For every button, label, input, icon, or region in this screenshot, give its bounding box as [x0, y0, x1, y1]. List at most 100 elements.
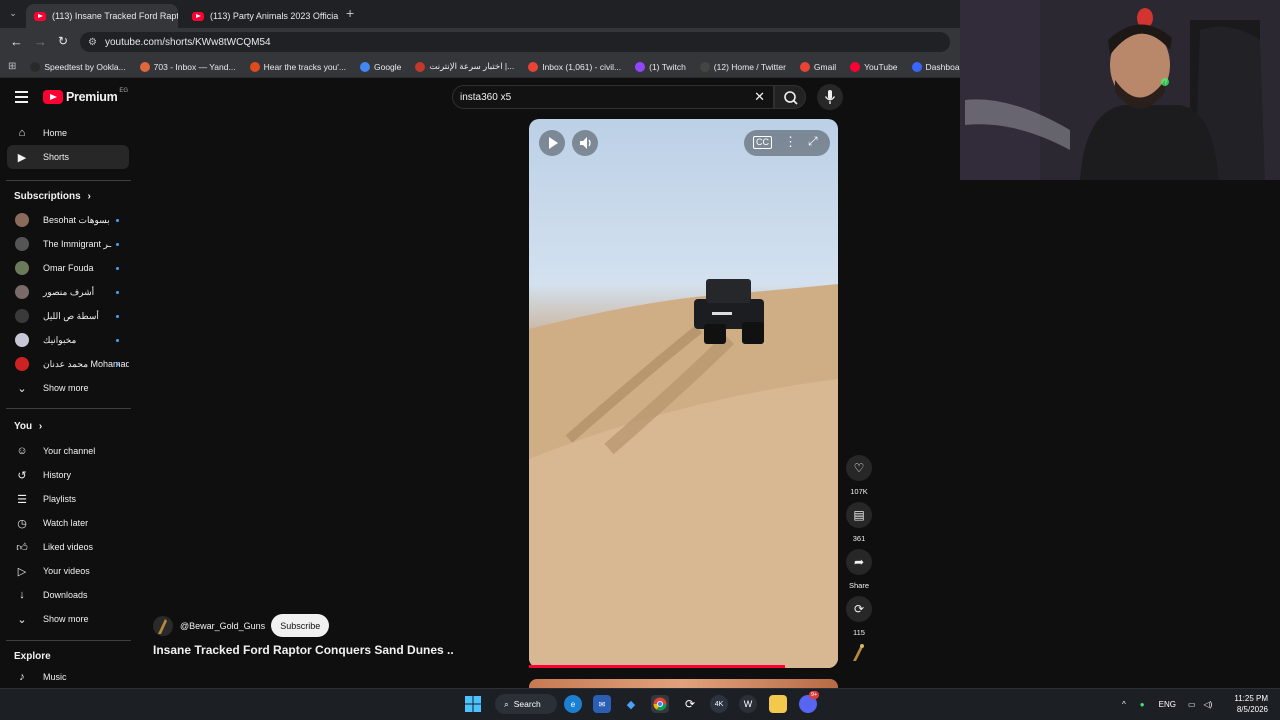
sidebar-item[interactable]: Omar Fouda	[7, 256, 129, 280]
short-video-player[interactable]	[529, 119, 838, 668]
fullscreen-icon[interactable]: ⤢	[808, 134, 818, 149]
recording-app-icon[interactable]: ⟳	[681, 695, 699, 713]
voice-search-button[interactable]	[817, 84, 843, 110]
channel-avatar	[15, 285, 29, 299]
new-content-dot	[116, 242, 119, 246]
close-tab-icon[interactable]: ✕	[338, 10, 340, 23]
sidebar-item[interactable]: ▷ Your videos	[7, 559, 129, 583]
forward-icon[interactable]: →	[34, 34, 47, 49]
sidebar-item[interactable]: ☰ Playlists	[7, 487, 129, 511]
apps-icon[interactable]: ⊞	[8, 61, 16, 72]
chrome-icon[interactable]	[651, 695, 669, 713]
short-title[interactable]: Insane Tracked Ford Raptor Conquers Sand…	[153, 643, 453, 657]
sidebar-item-label: Home	[43, 128, 68, 138]
4k-downloader-icon[interactable]: 4K	[710, 695, 728, 713]
sidebar-item[interactable]: أسطة ص الليل	[7, 304, 129, 328]
bookmark-label: Speedtest by Ookla...	[44, 61, 126, 72]
notification-badge: 9+	[809, 691, 820, 699]
subscribe-button[interactable]: Subscribe	[271, 614, 330, 637]
bookmark-item[interactable]: اختبار سرعة الإنترنت |...	[415, 61, 514, 72]
sidebar-item[interactable]: Besohat بسوهات	[7, 208, 129, 232]
like-icon: 👍︎	[16, 541, 28, 554]
more-options-icon[interactable]: ⋮	[784, 134, 797, 150]
channel-icon: ☺	[16, 445, 28, 457]
subscriptions-heading[interactable]: Subscriptions ›	[14, 191, 91, 202]
volume-button[interactable]	[572, 130, 598, 156]
site-info-icon[interactable]: ⚙	[88, 37, 97, 48]
sidebar-item[interactable]: ⌄ Show more	[7, 376, 129, 400]
discord-icon[interactable]: 9+	[799, 691, 820, 713]
clear-search-icon[interactable]: ✕	[754, 89, 765, 105]
bookmark-item[interactable]: Speedtest by Ookla...	[30, 61, 126, 72]
bookmark-item[interactable]: YouTube	[850, 61, 898, 72]
clock[interactable]: 11:25 PM 8/5/2026	[1226, 693, 1268, 715]
remix-action[interactable]: ⟳ 115	[846, 596, 872, 637]
play-button[interactable]	[539, 130, 565, 156]
sidebar-item[interactable]: ↓ Downloads	[7, 583, 129, 607]
sidebar-item[interactable]: ♪ Music	[7, 665, 129, 689]
bookmark-item[interactable]: Hear the tracks you'...	[249, 61, 346, 72]
sound-avatar-icon[interactable]	[849, 641, 867, 663]
channel-avatar[interactable]	[153, 615, 173, 636]
browser-tab[interactable]: (113) Party Animals 2023 Officia ✕	[184, 4, 340, 28]
back-icon[interactable]: ←	[10, 34, 23, 49]
sidebar-item[interactable]: مخبوانيك	[7, 328, 129, 352]
search-button[interactable]	[774, 85, 806, 109]
volume-tray-icon[interactable]: ◁)	[1204, 700, 1213, 709]
browser-tab-active[interactable]: (113) Insane Tracked Ford Raptor ✕	[26, 4, 178, 28]
bookmark-item[interactable]: (12) Home / Twitter	[699, 61, 786, 72]
sidebar-item[interactable]: ◷ Watch later	[7, 511, 129, 535]
tab-search-icon[interactable]: ⌄	[6, 6, 20, 20]
bookmark-label: اختبار سرعة الإنترنت |...	[429, 61, 515, 71]
sidebar-item[interactable]: ⌂ Home	[7, 121, 129, 145]
taskbar-search[interactable]: ⌕ Search	[495, 694, 557, 714]
comment-icon: ▤	[846, 502, 872, 528]
chevron-down-icon: ⌄	[17, 382, 27, 395]
sidebar-item[interactable]: The Immigrant ـر	[7, 232, 129, 256]
address-bar[interactable]: ⚙ youtube.com/shorts/KWw8tWCQM54	[80, 32, 950, 52]
language-indicator[interactable]: ENG	[1159, 700, 1176, 709]
new-tab-button[interactable]: +	[346, 5, 354, 21]
sidebar-item[interactable]: ☺ Your channel	[7, 439, 129, 463]
share-action[interactable]: ➦ Share	[846, 549, 872, 590]
bookmark-favicon-icon	[850, 61, 861, 72]
history-icon: ↺	[17, 469, 27, 482]
file-explorer-icon[interactable]	[769, 695, 787, 713]
bookmark-item[interactable]: 703 - Inbox — Yand...	[139, 61, 236, 72]
bookmark-favicon-icon	[415, 61, 426, 72]
word-app-icon[interactable]: W	[739, 695, 757, 713]
search-input[interactable]: insta360 x5 ✕	[452, 85, 774, 109]
sidebar-item[interactable]: ↺ History	[7, 463, 129, 487]
right-background	[960, 180, 1280, 688]
sidebar-item[interactable]: محمد عدنان Mohamad...	[7, 352, 129, 376]
sidebar-item[interactable]: ⌄ Show more	[7, 607, 129, 631]
start-icon[interactable]	[464, 695, 482, 713]
chevron-up-icon[interactable]: ^	[1122, 700, 1126, 709]
channel-name[interactable]: @Bewar_Gold_Guns	[180, 621, 265, 631]
bookmark-favicon-icon	[635, 61, 646, 72]
bookmark-item[interactable]: Google	[359, 61, 401, 72]
bookmark-item[interactable]: Inbox (1,061) - civil...	[528, 61, 622, 72]
comment-action[interactable]: ▤ 361	[846, 502, 872, 543]
devtools-icon[interactable]: ◆	[622, 695, 640, 713]
network-icon[interactable]: ▭	[1188, 700, 1196, 709]
sidebar-item[interactable]: أشرف منصور	[7, 280, 129, 304]
sidebar-item-label: أسطة ص الليل	[43, 310, 99, 321]
mic-tray-icon[interactable]: ●	[1140, 700, 1145, 709]
menu-icon[interactable]	[15, 91, 28, 106]
captions-icon[interactable]: CC	[753, 136, 772, 149]
bookmark-item[interactable]: Gmail	[799, 61, 836, 72]
edge-icon[interactable]: e	[564, 695, 582, 713]
reload-icon[interactable]: ↻	[58, 34, 68, 48]
bookmark-item[interactable]: (1) Twitch	[635, 61, 686, 72]
sidebar-item[interactable]: 👍︎ Liked videos	[7, 535, 129, 559]
you-heading[interactable]: You ›	[14, 421, 42, 432]
sidebar-item[interactable]: ▶ Shorts	[7, 145, 129, 169]
youtube-logo[interactable]: Premium EG	[43, 88, 128, 104]
bookmark-label: Inbox (1,061) - civil...	[542, 61, 622, 72]
youtube-favicon-icon	[192, 11, 204, 21]
video-progress-bar[interactable]	[529, 665, 786, 668]
outlook-icon[interactable]: ✉	[593, 695, 611, 713]
like-action[interactable]: ♡ 107K	[846, 455, 872, 496]
sidebar-divider	[6, 640, 131, 641]
